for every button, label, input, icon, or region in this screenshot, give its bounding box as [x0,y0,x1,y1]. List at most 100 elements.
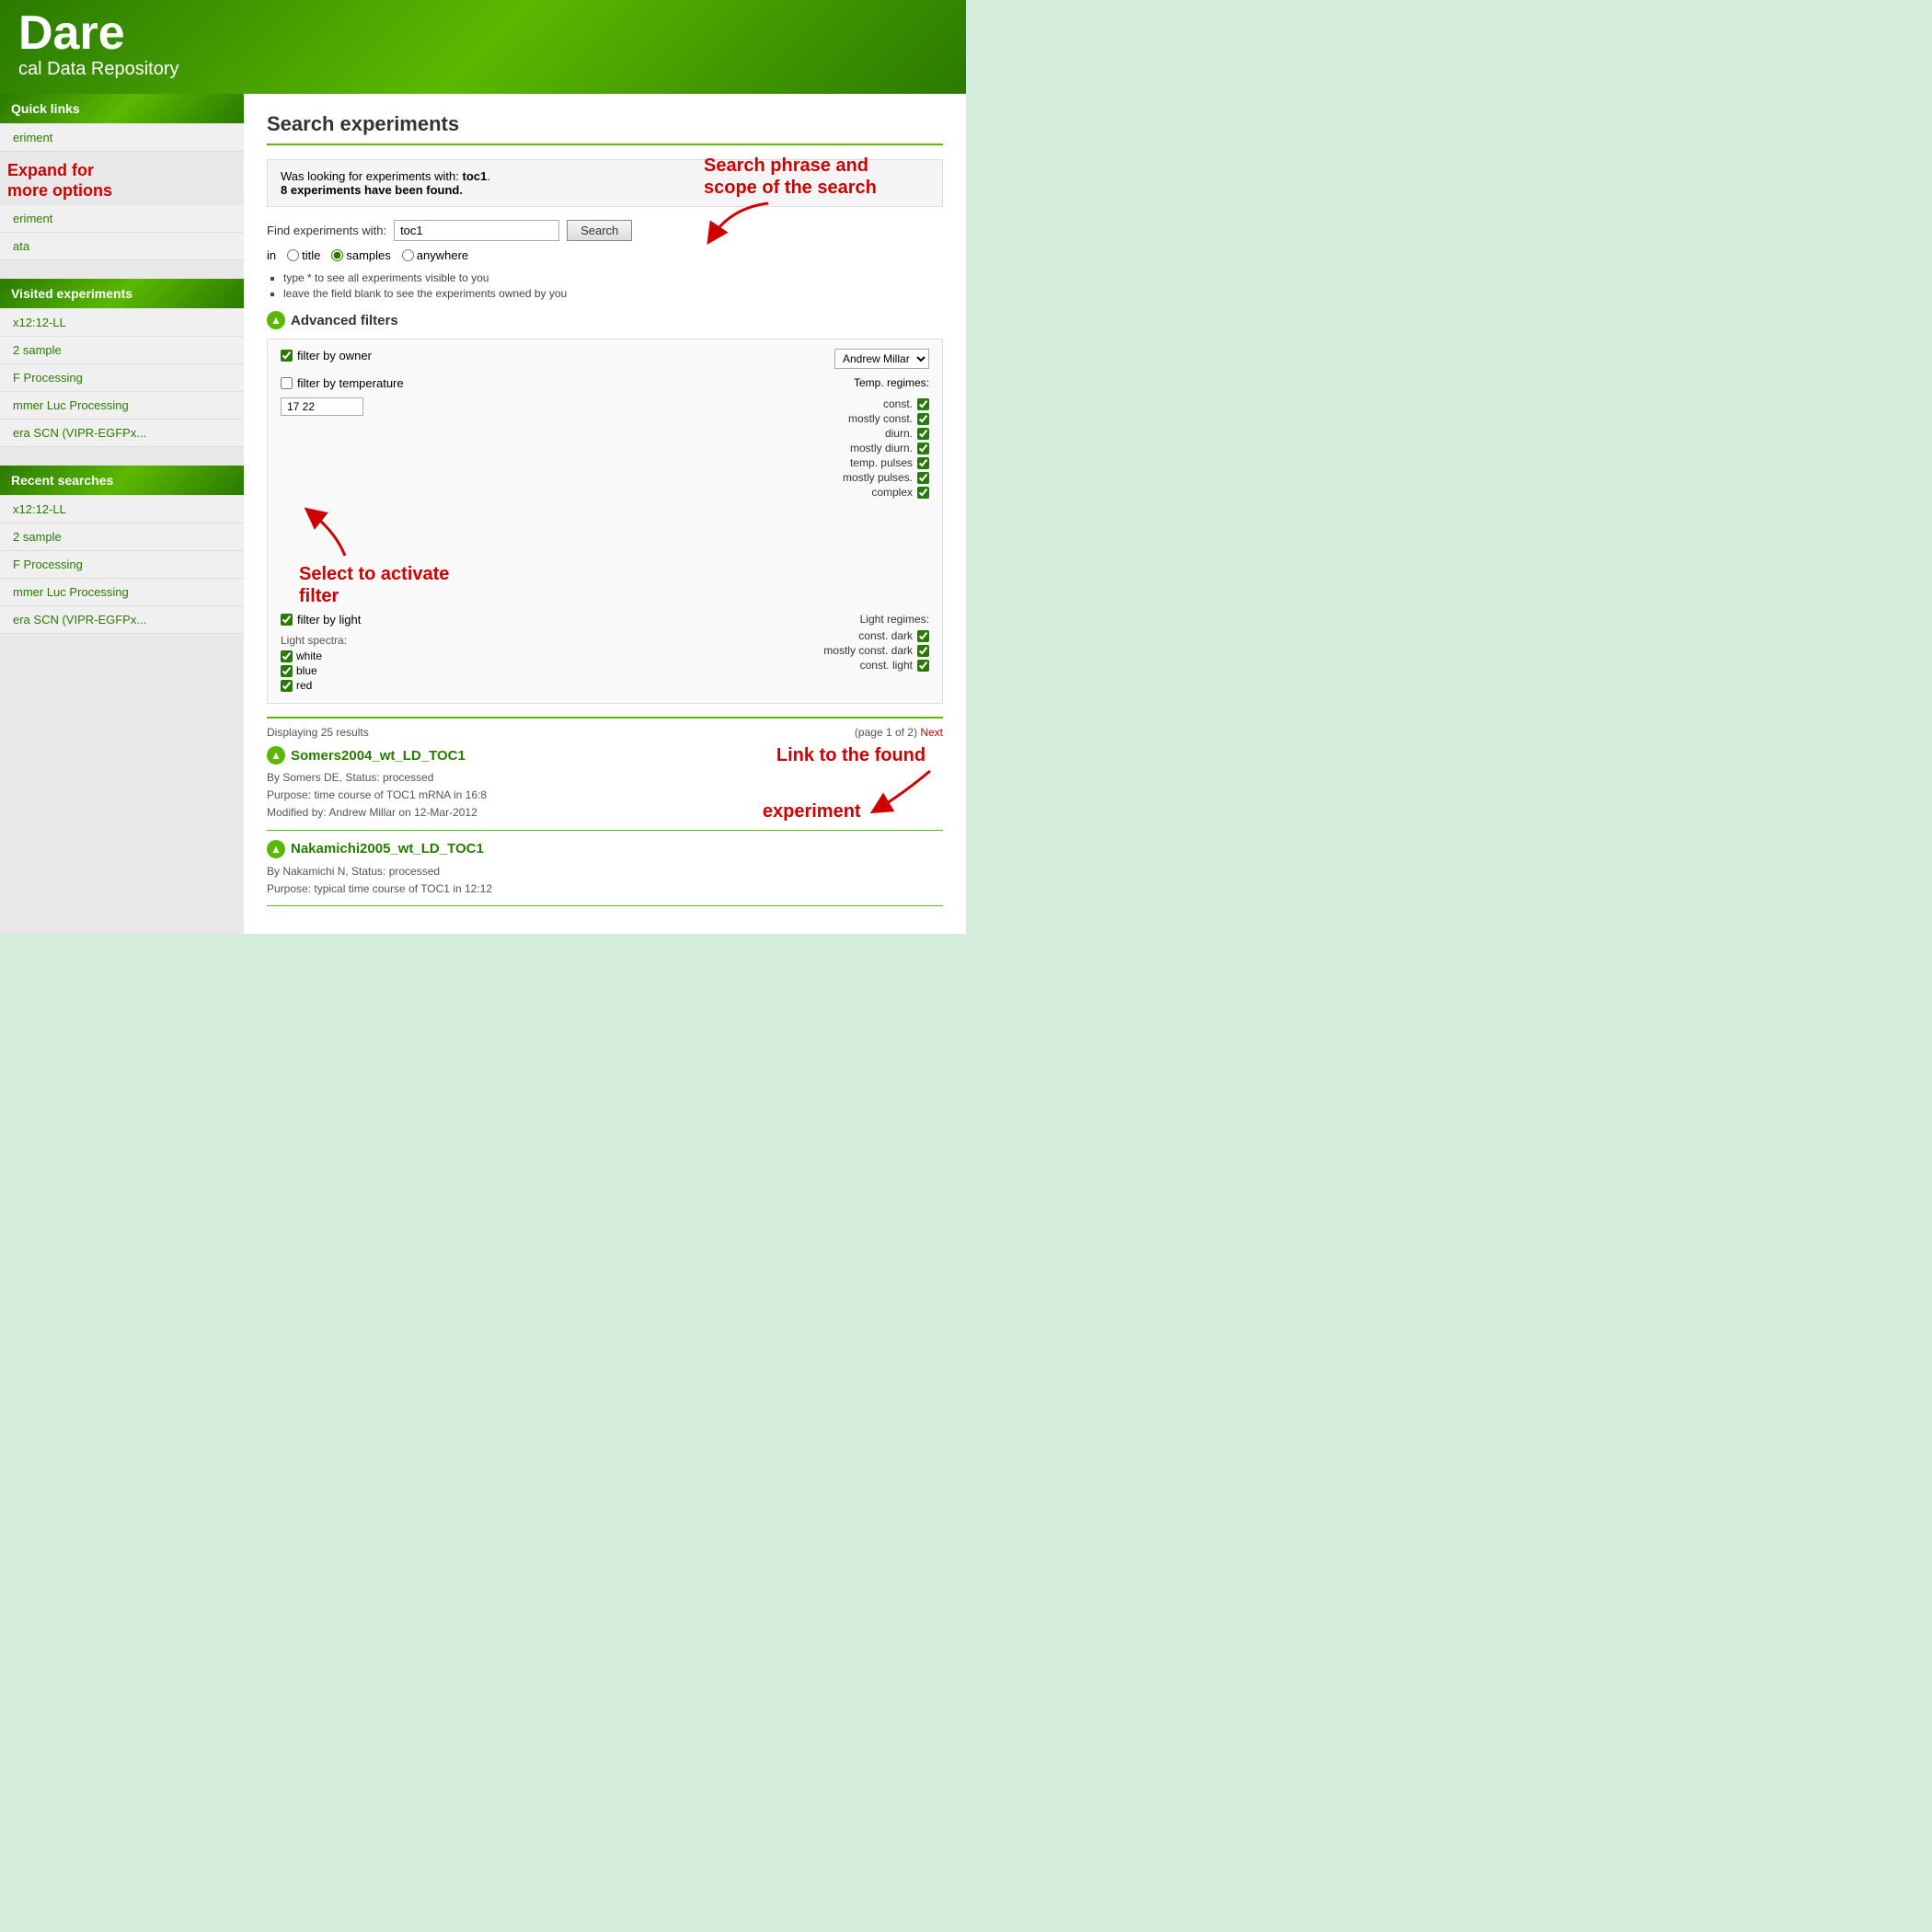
cb-const-light[interactable] [917,660,929,672]
search-scope-row: in title samples anywhere [267,248,943,262]
select-annotation-block: Select to activate filter [281,505,929,607]
in-label: in [267,248,276,262]
owner-select[interactable]: Andrew Millar [834,349,929,369]
filter-temp-row: filter by temperature Temp. regimes: [281,376,929,390]
regime-diurn: diurn. [373,427,929,440]
expand-annotation: Expand for more options [0,152,244,205]
regime-const-light: const. light [782,659,929,672]
recent-item-1[interactable]: 2 sample [0,523,244,551]
info-section: Was looking for experiments with: toc1. … [267,159,943,207]
filter-owner-label[interactable]: filter by owner [281,349,827,362]
visited-item-0[interactable]: x12:12-LL [0,309,244,337]
visited-item-2[interactable]: F Processing [0,364,244,392]
cb-temp-pulses[interactable] [917,457,929,469]
displaying-text: Displaying 25 results [267,726,369,739]
recent-item-0[interactable]: x12:12-LL [0,496,244,523]
filter-temp-label[interactable]: filter by temperature [281,376,846,390]
temp-regimes-list: const. mostly const. diurn. [373,397,929,500]
filter-owner-checkbox[interactable] [281,350,293,362]
radio-anywhere-label[interactable]: anywhere [402,248,468,262]
temp-regimes-label: Temp. regimes: [854,376,929,389]
cb-mostly-const[interactable] [917,413,929,425]
info-text: Was looking for experiments with: toc1. … [281,169,490,197]
cb-complex[interactable] [917,487,929,499]
recent-item-4[interactable]: era SCN (VIPR-EGFPx... [0,606,244,634]
result-link-0[interactable]: Somers2004_wt_LD_TOC1 [291,748,466,764]
sidebar-item-experiment2[interactable]: eriment [0,205,244,233]
filter-light-row: filter by light Light spectra: white blu… [281,613,929,694]
cb-const-dark[interactable] [917,630,929,642]
regime-mostly-const: mostly const. [373,412,929,425]
light-regimes-list: Light regimes: const. dark mostly const.… [782,613,929,694]
results-header: Displaying 25 results (page 1 of 2) Next [267,717,943,739]
search-input[interactable] [394,220,559,241]
cb-mostly-pulses[interactable] [917,472,929,484]
recent-item-2[interactable]: F Processing [0,551,244,579]
filter-light-label[interactable]: filter by light [281,613,773,627]
results-section: Displaying 25 results (page 1 of 2) Next… [267,717,943,906]
spectra-red: red [281,679,773,692]
regime-const: const. [373,397,929,410]
result-callout: Link to the found experiment [759,744,943,822]
sidebar-item-data[interactable]: ata [0,233,244,260]
pagination: (page 1 of 2) Next [855,726,943,739]
radio-title-label[interactable]: title [287,248,320,262]
quick-links-header: Quick links [0,94,244,123]
filter-temp-checkbox[interactable] [281,377,293,389]
page-title: Search experiments [267,112,943,145]
next-link[interactable]: Next [920,726,943,739]
spectra-blue: blue [281,664,773,677]
regime-mostly-diurn: mostly diurn. [373,442,929,454]
site-title: Dare [18,9,948,57]
cb-white[interactable] [281,650,293,662]
recent-searches-header: Recent searches [0,466,244,495]
radio-title[interactable] [287,249,299,261]
result-toggle-0[interactable]: ▲ [267,746,285,765]
regime-complex: complex [373,486,929,499]
advanced-filters-section: ▲ Advanced filters filter by owner Andre… [267,311,943,704]
radio-samples-label[interactable]: samples [331,248,390,262]
filter-owner-row: filter by owner Andrew Millar [281,349,929,369]
filter-light-checkbox[interactable] [281,614,293,626]
advanced-filters-toggle[interactable]: ▲ Advanced filters [267,311,943,329]
cb-mostly-const-dark[interactable] [917,645,929,657]
filter-light-checkbox-row: filter by light [281,613,773,627]
visited-item-3[interactable]: mmer Luc Processing [0,392,244,420]
result-toggle-1[interactable]: ▲ [267,840,285,858]
cb-const[interactable] [917,398,929,410]
results-count-text: 8 experiments have been found. [281,183,463,197]
hint-1: type * to see all experiments visible to… [283,271,943,284]
sidebar-item-experiment[interactable]: eriment [0,124,244,152]
sidebar: Quick links eriment Expand for more opti… [0,94,244,934]
site-header: Dare cal Data Repository [0,0,966,94]
search-button[interactable]: Search [567,220,632,241]
filter-light-section: filter by light Light spectra: white blu… [281,613,929,694]
visited-item-4[interactable]: era SCN (VIPR-EGFPx... [0,420,244,447]
regime-mostly-const-dark: mostly const. dark [782,644,929,657]
temp-details: const. mostly const. diurn. [281,397,929,500]
cb-red[interactable] [281,680,293,692]
temp-range-input[interactable] [281,397,363,416]
regime-mostly-pulses: mostly pulses. [373,471,929,484]
regime-const-dark: const. dark [782,629,929,642]
radio-anywhere[interactable] [402,249,414,261]
result-item-1: ▲ Nakamichi2005_wt_LD_TOC1 By Nakamichi … [267,840,943,906]
cb-blue[interactable] [281,665,293,677]
annotation-arrow [704,199,777,245]
search-phrase-annotation: Search phrase and scope of the search [704,155,943,250]
result-callout-arrow [866,766,939,817]
result-link-1[interactable]: Nakamichi2005_wt_LD_TOC1 [291,841,484,857]
hint-2: leave the field blank to see the experim… [283,287,943,300]
recent-item-3[interactable]: mmer Luc Processing [0,579,244,606]
visited-item-1[interactable]: 2 sample [0,337,244,364]
cb-mostly-diurn[interactable] [917,443,929,454]
search-keyword: toc1 [462,169,487,183]
activate-filter-arrow [299,505,363,560]
select-annotation-text: Select to activate filter [299,563,449,607]
light-spectra-label: Light spectra: [281,634,773,647]
find-label: Find experiments with: [267,224,386,237]
advanced-filters-label: Advanced filters [291,313,398,328]
cb-diurn[interactable] [917,428,929,440]
main-layout: Quick links eriment Expand for more opti… [0,94,966,934]
radio-samples[interactable] [331,249,343,261]
